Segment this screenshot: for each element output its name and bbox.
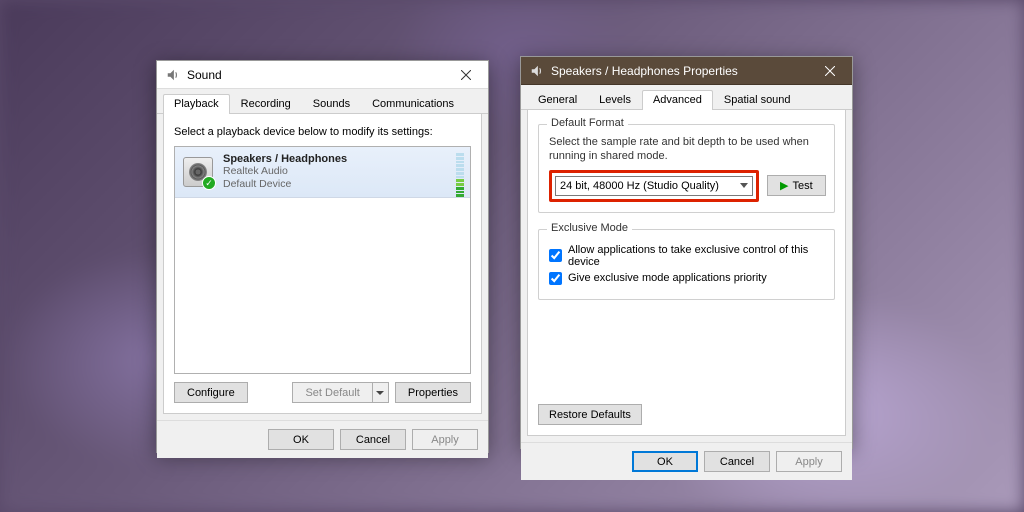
- props-title: Speakers / Headphones Properties: [551, 64, 812, 78]
- exclusive-priority-label: Give exclusive mode applications priorit…: [568, 272, 767, 284]
- default-format-title: Default Format: [547, 117, 628, 129]
- speaker-icon: [165, 67, 181, 83]
- tab-advanced[interactable]: Advanced: [642, 90, 713, 110]
- close-icon: [825, 66, 835, 76]
- properties-button[interactable]: Properties: [395, 382, 471, 403]
- playback-button-row: Configure Set Default Properties: [174, 382, 471, 403]
- tab-recording[interactable]: Recording: [230, 94, 302, 114]
- test-label: Test: [792, 180, 812, 192]
- device-status: Default Device: [223, 178, 347, 191]
- sound-apply-button[interactable]: Apply: [412, 429, 478, 450]
- device-text: Speakers / Headphones Realtek Audio Defa…: [223, 153, 347, 191]
- sound-cancel-button[interactable]: Cancel: [340, 429, 406, 450]
- chevron-down-icon: [376, 391, 384, 395]
- tab-general[interactable]: General: [527, 90, 588, 110]
- set-default-split: Set Default: [292, 382, 388, 403]
- restore-defaults-button[interactable]: Restore Defaults: [538, 404, 642, 425]
- props-bottom-buttons: OK Cancel Apply: [521, 442, 852, 480]
- advanced-panel: Default Format Select the sample rate an…: [527, 110, 846, 436]
- configure-button[interactable]: Configure: [174, 382, 248, 403]
- playback-panel: Select a playback device below to modify…: [163, 114, 482, 414]
- restore-row: Restore Defaults: [538, 404, 835, 425]
- play-icon: ▶: [780, 179, 788, 192]
- test-button[interactable]: ▶ Test: [767, 175, 826, 196]
- playback-device-list[interactable]: ✓ Speakers / Headphones Realtek Audio De…: [174, 146, 471, 374]
- vu-meter: [456, 153, 464, 197]
- speaker-icon: [529, 63, 545, 79]
- props-titlebar[interactable]: Speakers / Headphones Properties: [521, 57, 852, 85]
- sound-title: Sound: [187, 68, 448, 82]
- default-format-group: Default Format Select the sample rate an…: [538, 124, 835, 213]
- tab-communications[interactable]: Communications: [361, 94, 465, 114]
- exclusive-mode-title: Exclusive Mode: [547, 222, 632, 234]
- properties-window: Speakers / Headphones Properties General…: [520, 56, 853, 449]
- format-combobox[interactable]: 24 bit, 48000 Hz (Studio Quality): [555, 176, 753, 196]
- tab-playback[interactable]: Playback: [163, 94, 230, 114]
- default-check-icon: ✓: [202, 176, 216, 190]
- chevron-down-icon: [740, 183, 748, 188]
- playback-instruction: Select a playback device below to modify…: [174, 126, 471, 138]
- default-format-desc: Select the sample rate and bit depth to …: [549, 135, 824, 164]
- set-default-button[interactable]: Set Default: [292, 382, 371, 403]
- tab-levels[interactable]: Levels: [588, 90, 642, 110]
- exclusive-control-checkbox-row[interactable]: Allow applications to take exclusive con…: [549, 244, 824, 268]
- device-item[interactable]: ✓ Speakers / Headphones Realtek Audio De…: [175, 147, 470, 198]
- exclusive-control-label: Allow applications to take exclusive con…: [568, 244, 824, 268]
- props-close-button[interactable]: [812, 59, 848, 83]
- format-selected: 24 bit, 48000 Hz (Studio Quality): [560, 180, 719, 192]
- props-ok-button[interactable]: OK: [632, 451, 698, 472]
- desktop-wallpaper: [0, 0, 1024, 512]
- sound-close-button[interactable]: [448, 63, 484, 87]
- props-tabs: General Levels Advanced Spatial sound: [521, 85, 852, 110]
- exclusive-priority-checkbox[interactable]: [549, 272, 562, 285]
- sound-ok-button[interactable]: OK: [268, 429, 334, 450]
- device-name: Speakers / Headphones: [223, 153, 347, 165]
- highlight-box: 24 bit, 48000 Hz (Studio Quality): [549, 170, 759, 202]
- exclusive-control-checkbox[interactable]: [549, 249, 562, 262]
- close-icon: [461, 70, 471, 80]
- exclusive-mode-group: Exclusive Mode Allow applications to tak…: [538, 229, 835, 300]
- props-apply-button[interactable]: Apply: [776, 451, 842, 472]
- exclusive-priority-checkbox-row[interactable]: Give exclusive mode applications priorit…: [549, 272, 824, 285]
- sound-window: Sound Playback Recording Sounds Communic…: [156, 60, 489, 453]
- sound-tabs: Playback Recording Sounds Communications: [157, 89, 488, 114]
- tab-sounds[interactable]: Sounds: [302, 94, 361, 114]
- tab-spatial-sound[interactable]: Spatial sound: [713, 90, 802, 110]
- format-row: 24 bit, 48000 Hz (Studio Quality) ▶ Test: [549, 170, 824, 202]
- set-default-dropdown[interactable]: [372, 382, 389, 403]
- device-speaker-icon: ✓: [183, 157, 213, 187]
- props-cancel-button[interactable]: Cancel: [704, 451, 770, 472]
- sound-titlebar[interactable]: Sound: [157, 61, 488, 89]
- sound-bottom-buttons: OK Cancel Apply: [157, 420, 488, 458]
- device-driver: Realtek Audio: [223, 165, 347, 178]
